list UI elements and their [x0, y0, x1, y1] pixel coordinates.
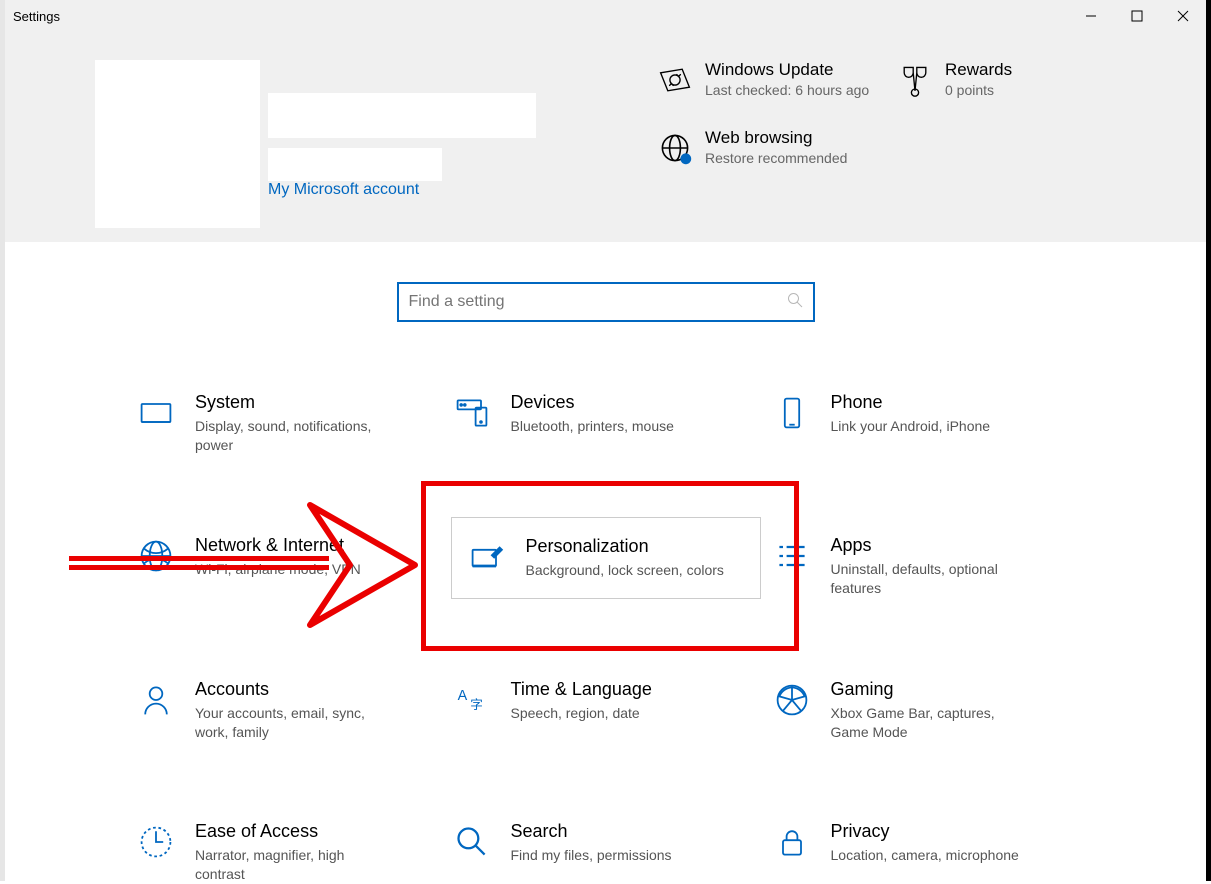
windows-update-title: Windows Update — [705, 60, 895, 80]
category-title: Apps — [831, 535, 1031, 556]
search-icon[interactable] — [787, 292, 803, 312]
category-title: System — [195, 392, 395, 413]
search-category-icon — [451, 821, 493, 863]
category-title: Accounts — [195, 679, 395, 700]
category-subtitle: Find my files, permissions — [511, 846, 672, 865]
search-input[interactable] — [409, 293, 769, 311]
category-time-language[interactable]: A字 Time & Language Speech, region, date — [451, 679, 761, 742]
rewards-subtitle: 0 points — [945, 82, 1105, 98]
privacy-icon — [771, 821, 813, 863]
close-button[interactable] — [1160, 0, 1206, 32]
category-subtitle: Wi-Fi, airplane mode, VPN — [195, 560, 361, 579]
category-gaming[interactable]: Gaming Xbox Game Bar, captures, Game Mod… — [771, 679, 1077, 742]
category-subtitle: Narrator, magnifier, high contrast — [195, 846, 395, 884]
minimize-button[interactable] — [1068, 0, 1114, 32]
web-browsing-icon — [655, 128, 695, 168]
header-panel: My Microsoft account Windows Update Last… — [5, 32, 1206, 242]
rewards-block[interactable]: Rewards 0 points — [945, 60, 1105, 98]
user-name-redacted — [268, 93, 536, 138]
time-language-icon: A字 — [451, 679, 493, 721]
maximize-button[interactable] — [1114, 0, 1160, 32]
window-title: Settings — [13, 9, 60, 24]
web-browsing-block[interactable]: Web browsing Restore recommended — [705, 128, 895, 166]
system-icon — [135, 392, 177, 434]
rewards-icon — [895, 60, 935, 100]
category-title: Time & Language — [511, 679, 652, 700]
windows-update-icon — [655, 60, 695, 100]
category-system[interactable]: System Display, sound, notifications, po… — [135, 392, 441, 455]
microsoft-account-link[interactable]: My Microsoft account — [268, 181, 536, 199]
user-avatar[interactable] — [95, 60, 260, 228]
category-ease-of-access[interactable]: Ease of Access Narrator, magnifier, high… — [135, 821, 441, 884]
category-network[interactable]: Network & Internet Wi-Fi, airplane mode,… — [135, 535, 441, 599]
category-title: Network & Internet — [195, 535, 361, 556]
category-title: Gaming — [831, 679, 1031, 700]
devices-icon — [451, 392, 493, 434]
category-devices[interactable]: Devices Bluetooth, printers, mouse — [451, 392, 761, 455]
category-search[interactable]: Search Find my files, permissions — [451, 821, 761, 884]
windows-update-block[interactable]: Windows Update Last checked: 6 hours ago — [705, 60, 895, 98]
svg-text:字: 字 — [470, 698, 483, 712]
category-subtitle: Speech, region, date — [511, 704, 652, 723]
category-subtitle: Link your Android, iPhone — [831, 417, 991, 436]
web-browsing-subtitle: Restore recommended — [705, 150, 875, 166]
category-title: Privacy — [831, 821, 1019, 842]
category-subtitle: Location, camera, microphone — [831, 846, 1019, 865]
category-subtitle: Background, lock screen, colors — [526, 561, 724, 580]
category-phone[interactable]: Phone Link your Android, iPhone — [771, 392, 1077, 455]
category-subtitle: Display, sound, notifications, power — [195, 417, 395, 455]
category-title: Personalization — [526, 536, 724, 557]
category-privacy[interactable]: Privacy Location, camera, microphone — [771, 821, 1077, 884]
rewards-title: Rewards — [945, 60, 1105, 80]
network-icon — [135, 535, 177, 577]
accounts-icon — [135, 679, 177, 721]
category-title: Phone — [831, 392, 991, 413]
search-box[interactable] — [397, 282, 815, 322]
apps-icon — [771, 535, 813, 577]
category-accounts[interactable]: Accounts Your accounts, email, sync, wor… — [135, 679, 441, 742]
phone-icon — [771, 392, 813, 434]
web-browsing-title: Web browsing — [705, 128, 895, 148]
category-personalization[interactable]: Personalization Background, lock screen,… — [451, 517, 761, 599]
title-bar: Settings — [5, 0, 1206, 32]
category-subtitle: Uninstall, defaults, optional features — [831, 560, 1031, 598]
personalization-icon — [466, 536, 508, 578]
user-email-redacted — [268, 148, 442, 181]
category-title: Ease of Access — [195, 821, 395, 842]
category-title: Devices — [511, 392, 674, 413]
category-apps[interactable]: Apps Uninstall, defaults, optional featu… — [771, 535, 1077, 599]
category-subtitle: Xbox Game Bar, captures, Game Mode — [831, 704, 1031, 742]
windows-update-subtitle: Last checked: 6 hours ago — [705, 82, 875, 98]
svg-text:A: A — [457, 688, 467, 704]
category-title: Search — [511, 821, 672, 842]
ease-of-access-icon — [135, 821, 177, 863]
category-subtitle: Bluetooth, printers, mouse — [511, 417, 674, 436]
category-subtitle: Your accounts, email, sync, work, family — [195, 704, 395, 742]
gaming-icon — [771, 679, 813, 721]
